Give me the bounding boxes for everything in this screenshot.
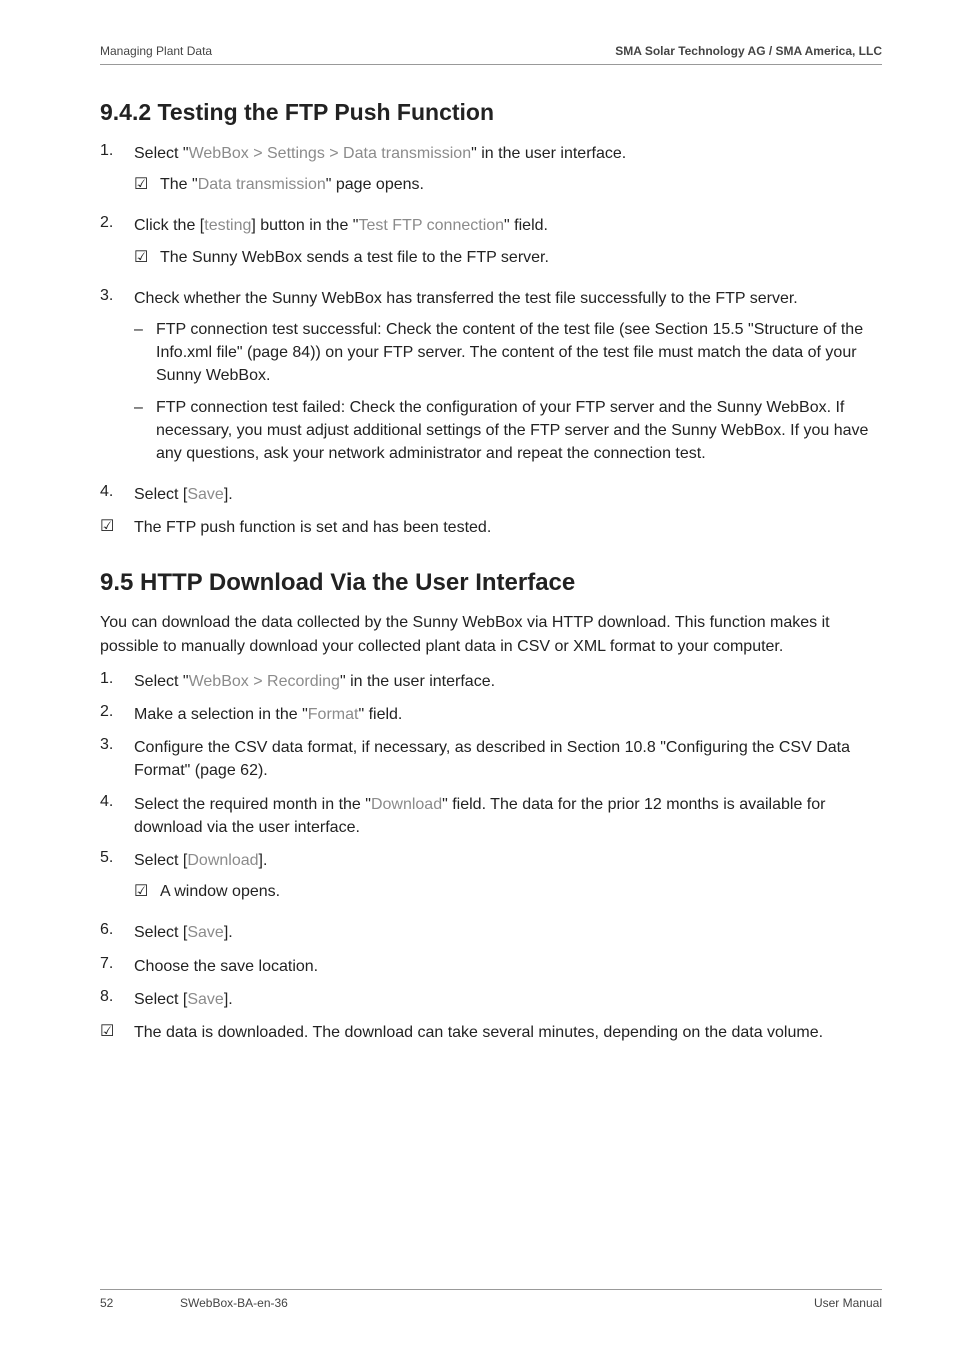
- footer-manual-type: User Manual: [814, 1296, 882, 1310]
- item-body: Select [Save].: [134, 988, 882, 1011]
- section-942-list: 1. Select "WebBox > Settings > Data tran…: [100, 142, 882, 506]
- page-header: Managing Plant Data SMA Solar Technology…: [100, 44, 882, 65]
- list-item: 3. Configure the CSV data format, if nec…: [100, 736, 882, 782]
- list-item: 1. Select "WebBox > Recording" in the us…: [100, 670, 882, 693]
- sub-body: A window opens.: [160, 880, 882, 903]
- check-icon: ☑: [100, 516, 134, 539]
- item-number: 8.: [100, 988, 134, 1011]
- footer-doc-id: SWebBox-BA-en-36: [180, 1296, 288, 1310]
- item-body: Click the [testing] button in the "Test …: [134, 214, 882, 276]
- item-body: Check whether the Sunny WebBox has trans…: [134, 287, 882, 473]
- item-body: Select [Save].: [134, 483, 882, 506]
- list-item: 2. Make a selection in the "Format" fiel…: [100, 703, 882, 726]
- item-body: Select "WebBox > Settings > Data transmi…: [134, 142, 882, 204]
- check-icon: ☑: [134, 173, 160, 196]
- item-number: 4.: [100, 793, 134, 839]
- item-number: 1.: [100, 670, 134, 693]
- dash-icon: –: [134, 396, 156, 466]
- item-body: Select "WebBox > Recording" in the user …: [134, 670, 882, 693]
- page-footer: 52 SWebBox-BA-en-36 User Manual: [100, 1289, 882, 1310]
- item-body: Select the required month in the "Downlo…: [134, 793, 882, 839]
- section-942-final-check: ☑ The FTP push function is set and has b…: [100, 516, 882, 539]
- item-number: 2.: [100, 214, 134, 276]
- list-item: 5. Select [Download]. ☑ A window opens.: [100, 849, 882, 911]
- sub-check: ☑ The "Data transmission" page opens.: [134, 173, 882, 196]
- item-number: 4.: [100, 483, 134, 506]
- item-number: 2.: [100, 703, 134, 726]
- item-number: 1.: [100, 142, 134, 204]
- item-number: 6.: [100, 921, 134, 944]
- item-number: 7.: [100, 955, 134, 978]
- sub-check: ☑ A window opens.: [134, 880, 882, 903]
- item-body: Choose the save location.: [134, 955, 882, 978]
- list-item: 7. Choose the save location.: [100, 955, 882, 978]
- sub-body: FTP connection test successful: Check th…: [156, 318, 882, 388]
- header-left: Managing Plant Data: [100, 44, 212, 58]
- list-item: 1. Select "WebBox > Settings > Data tran…: [100, 142, 882, 204]
- item-body: Select [Download]. ☑ A window opens.: [134, 849, 882, 911]
- item-body: Configure the CSV data format, if necess…: [134, 736, 882, 782]
- sub-body: FTP connection test failed: Check the co…: [156, 396, 882, 466]
- check-icon: ☑: [134, 246, 160, 269]
- list-item: 4. Select the required month in the "Dow…: [100, 793, 882, 839]
- sub-dash: – FTP connection test failed: Check the …: [134, 396, 882, 466]
- sub-body: The "Data transmission" page opens.: [160, 173, 882, 196]
- sub-dash: – FTP connection test successful: Check …: [134, 318, 882, 388]
- item-body: Select [Save].: [134, 921, 882, 944]
- item-number: 3.: [100, 287, 134, 473]
- section-95-list: 1. Select "WebBox > Recording" in the us…: [100, 670, 882, 1011]
- sub-body: The Sunny WebBox sends a test file to th…: [160, 246, 882, 269]
- list-item: 6. Select [Save].: [100, 921, 882, 944]
- check-body: The data is downloaded. The download can…: [134, 1021, 882, 1044]
- section-95-final-check: ☑ The data is downloaded. The download c…: [100, 1021, 882, 1044]
- item-number: 5.: [100, 849, 134, 911]
- list-item: 4. Select [Save].: [100, 483, 882, 506]
- item-body: Make a selection in the "Format" field.: [134, 703, 882, 726]
- check-body: The FTP push function is set and has bee…: [134, 516, 882, 539]
- section-95-title: 9.5 HTTP Download Via the User Interface: [100, 569, 882, 597]
- header-right: SMA Solar Technology AG / SMA America, L…: [615, 44, 882, 58]
- section-95-intro: You can download the data collected by t…: [100, 611, 882, 657]
- dash-icon: –: [134, 318, 156, 388]
- footer-page-number: 52: [100, 1296, 113, 1310]
- item-number: 3.: [100, 736, 134, 782]
- check-icon: ☑: [134, 880, 160, 903]
- check-icon: ☑: [100, 1021, 134, 1044]
- list-item: 3. Check whether the Sunny WebBox has tr…: [100, 287, 882, 473]
- section-942-title: 9.4.2 Testing the FTP Push Function: [100, 99, 882, 126]
- list-item: 2. Click the [testing] button in the "Te…: [100, 214, 882, 276]
- sub-check: ☑ The Sunny WebBox sends a test file to …: [134, 246, 882, 269]
- list-item: 8. Select [Save].: [100, 988, 882, 1011]
